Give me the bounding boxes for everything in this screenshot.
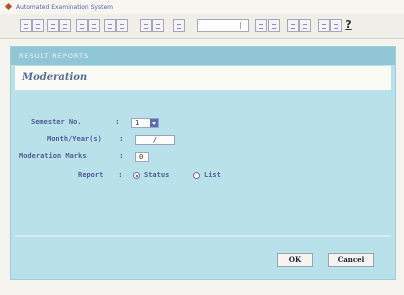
- execute-query-icon[interactable]: [152, 19, 164, 32]
- report-colon: :: [119, 171, 122, 179]
- report-status-radio[interactable]: [133, 172, 140, 179]
- help-icon[interactable]: ?: [342, 18, 355, 32]
- report-label: Report: [78, 171, 104, 179]
- semester-value: 1: [135, 119, 140, 127]
- paste-icon[interactable]: [287, 19, 299, 32]
- cut-icon[interactable]: [255, 19, 267, 32]
- report-list-label[interactable]: List: [204, 171, 221, 179]
- find-icon[interactable]: [318, 19, 330, 32]
- insert-record-icon[interactable]: [104, 19, 116, 32]
- panel-header: RESULT REPORTS: [11, 47, 395, 65]
- edit-icon[interactable]: [299, 19, 311, 32]
- moderation-panel: RESULT REPORTS Moderation Semester No. :…: [10, 46, 396, 280]
- undo-icon[interactable]: [59, 19, 71, 32]
- month-year-colon: :: [120, 135, 123, 143]
- exit-icon[interactable]: [330, 19, 342, 32]
- query-icon[interactable]: [140, 19, 152, 32]
- divider: [15, 235, 391, 237]
- report-status-label[interactable]: Status: [144, 171, 169, 179]
- toolbar-field[interactable]: [197, 19, 249, 32]
- moderation-marks-field[interactable]: 0: [135, 152, 149, 162]
- month-year-label: Month/Year(s): [47, 135, 102, 143]
- semester-colon: :: [116, 118, 119, 126]
- ok-button[interactable]: OK: [277, 253, 313, 267]
- semester-label: Semester No.: [31, 118, 82, 126]
- window-title-bar: Automated Examination System: [0, 0, 404, 14]
- app-icon: [5, 4, 12, 11]
- form-title: Moderation: [15, 66, 391, 90]
- cancel-button[interactable]: Cancel: [328, 253, 374, 267]
- moderation-marks-label: Moderation Marks: [19, 152, 87, 160]
- semester-select[interactable]: 1: [131, 118, 159, 128]
- chevron-down-icon[interactable]: [150, 119, 158, 127]
- delete-record-icon[interactable]: [116, 19, 128, 32]
- next-record-icon[interactable]: [88, 19, 100, 32]
- dropdown-arrow-icon[interactable]: [240, 22, 247, 29]
- list-values-icon[interactable]: [173, 19, 185, 32]
- marks-colon: :: [120, 152, 123, 160]
- toolbar: ?: [0, 14, 404, 39]
- copy-icon[interactable]: [268, 19, 280, 32]
- report-list-radio[interactable]: [193, 172, 200, 179]
- first-record-icon[interactable]: [20, 19, 32, 32]
- save-icon[interactable]: [32, 19, 44, 32]
- prev-record-icon[interactable]: [76, 19, 88, 32]
- month-year-field[interactable]: /: [135, 135, 175, 145]
- window-title: Automated Examination System: [16, 3, 113, 11]
- print-icon[interactable]: [47, 19, 59, 32]
